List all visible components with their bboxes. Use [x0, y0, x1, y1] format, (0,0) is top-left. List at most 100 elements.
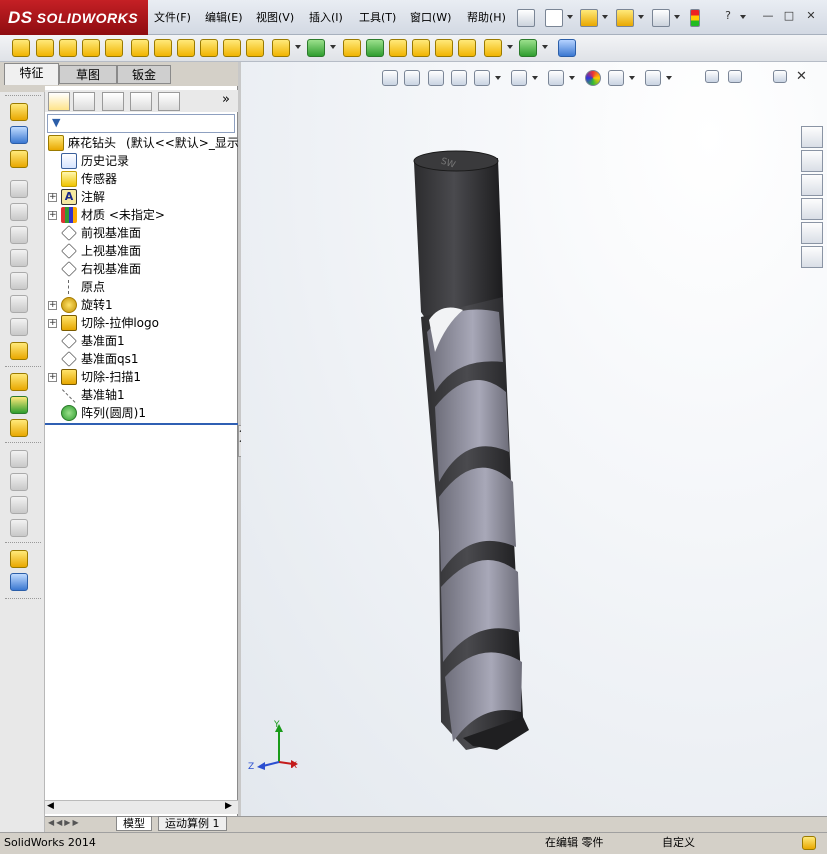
move-face-icon[interactable] — [10, 550, 28, 568]
boss-base-icon[interactable] — [10, 103, 28, 121]
chevron-down-icon[interactable] — [638, 15, 644, 19]
menu-view[interactable]: 视图(V) — [252, 8, 298, 28]
tree-item[interactable]: 阵列(圆周)1 — [48, 404, 146, 422]
menu-file[interactable]: 文件(F) — [150, 8, 195, 28]
lofted-boss-icon[interactable] — [82, 39, 100, 57]
shell-icon[interactable] — [389, 39, 407, 57]
gray-feature-icon[interactable] — [10, 318, 28, 336]
boundary-boss-icon[interactable] — [105, 39, 123, 57]
print-icon[interactable] — [652, 9, 670, 27]
extruded-cut-icon[interactable] — [131, 39, 149, 57]
property-manager-tab-icon[interactable] — [73, 92, 95, 111]
gray-feature-icon[interactable] — [10, 249, 28, 267]
menu-help[interactable]: 帮助(H) — [463, 8, 510, 28]
gray-feature-icon[interactable] — [10, 180, 28, 198]
rib-icon[interactable] — [343, 39, 361, 57]
tab-motion-study[interactable]: 运动算例 1 — [158, 816, 227, 831]
cone-feature-icon[interactable] — [10, 150, 28, 168]
expand-plus-icon[interactable]: + — [48, 318, 57, 328]
sweep-cut-icon[interactable] — [10, 396, 28, 414]
gray-feature-icon[interactable] — [10, 473, 28, 491]
gray-feature-icon[interactable] — [10, 226, 28, 244]
tree-item[interactable]: + 切除-拉伸logo — [48, 314, 159, 332]
help-button[interactable]: ? — [720, 9, 736, 24]
tree-item[interactable]: 原点 — [48, 278, 105, 296]
draft-icon[interactable] — [366, 39, 384, 57]
boundary-cut-icon[interactable] — [246, 39, 264, 57]
expand-plus-icon[interactable]: + — [48, 300, 57, 310]
tab-model[interactable]: 模型 — [116, 816, 152, 831]
wrap-icon[interactable] — [412, 39, 430, 57]
mirror-icon[interactable] — [458, 39, 476, 57]
solidworks-logo[interactable]: DS SOLIDWORKS — [0, 0, 148, 35]
gray-feature-icon[interactable] — [10, 295, 28, 313]
menu-window[interactable]: 窗口(W) — [406, 8, 455, 28]
tree-item[interactable]: 基准轴1 — [48, 386, 125, 404]
pin-icon[interactable] — [517, 9, 535, 27]
tree-item[interactable]: 右视基准面 — [48, 260, 141, 278]
tree-item[interactable]: 基准面qs1 — [48, 350, 139, 368]
reference-geometry-icon[interactable] — [484, 39, 502, 57]
menu-insert[interactable]: 插入(I) — [305, 8, 347, 28]
gray-feature-icon[interactable] — [10, 496, 28, 514]
gray-feature-icon[interactable] — [10, 450, 28, 468]
restore-button[interactable]: □ — [781, 9, 797, 24]
menu-edit[interactable]: 编辑(E) — [201, 8, 247, 28]
chevron-down-icon[interactable] — [740, 15, 746, 19]
swept-cut-icon[interactable] — [200, 39, 218, 57]
open-folder-icon[interactable] — [580, 9, 598, 27]
tree-item[interactable]: + 旋转1 — [48, 296, 113, 314]
expand-plus-icon[interactable]: + — [48, 210, 57, 220]
swept-boss-icon[interactable] — [59, 39, 77, 57]
feature-manager-tab-icon[interactable] — [48, 92, 70, 111]
fillet-icon[interactable] — [272, 39, 290, 57]
curves-icon[interactable] — [519, 39, 537, 57]
gray-feature-icon[interactable] — [10, 519, 28, 537]
scroll-right-icon[interactable]: ▶ — [225, 801, 232, 811]
expand-plus-icon[interactable]: + — [48, 372, 57, 382]
rebuild-warning-icon[interactable] — [616, 9, 634, 27]
tree-item[interactable]: 前视基准面 — [48, 224, 141, 242]
linear-pattern-icon[interactable] — [307, 39, 325, 57]
tab-sketch[interactable]: 草图 — [59, 65, 117, 84]
new-document-icon[interactable] — [545, 9, 563, 27]
cut-feature-icon[interactable] — [10, 126, 28, 144]
extruded-cut-icon[interactable] — [10, 373, 28, 391]
extruded-boss-icon[interactable] — [12, 39, 30, 57]
lofted-cut-icon[interactable] — [223, 39, 241, 57]
tab-sheet-metal[interactable]: 钣金 — [117, 65, 171, 84]
display-manager-tab-icon[interactable] — [158, 92, 180, 111]
chevron-down-icon[interactable] — [602, 15, 608, 19]
revolved-cut-icon[interactable] — [177, 39, 195, 57]
twist-drill-model[interactable]: SW Y X Z — [241, 62, 827, 816]
instant3d-icon[interactable] — [558, 39, 576, 57]
tree-part-root[interactable]: 麻花钻头 (默认<<默认>_显示状 — [48, 134, 251, 152]
menu-tools[interactable]: 工具(T) — [355, 8, 400, 28]
dome-feature-icon[interactable] — [10, 342, 28, 360]
expand-panel-chevron-icon[interactable]: » — [222, 92, 230, 107]
chevron-down-icon[interactable] — [674, 15, 680, 19]
tree-item[interactable]: 基准面1 — [48, 332, 125, 350]
chevron-down-icon[interactable] — [330, 45, 336, 49]
traffic-light-icon[interactable] — [690, 9, 700, 27]
configuration-manager-tab-icon[interactable] — [102, 92, 124, 111]
minimize-button[interactable]: — — [760, 9, 776, 24]
pattern-icon[interactable] — [10, 419, 28, 437]
dimxpert-tab-icon[interactable] — [130, 92, 152, 111]
tab-scroll-arrows-icon[interactable]: ◀◀▶▶ — [48, 818, 81, 827]
tree-item[interactable]: 传感器 — [48, 170, 117, 188]
tree-item[interactable]: + 切除-扫描1 — [48, 368, 141, 386]
gray-feature-icon[interactable] — [10, 272, 28, 290]
tree-item[interactable]: + 材质 <未指定> — [48, 206, 165, 224]
hole-wizard-icon[interactable] — [154, 39, 172, 57]
gray-feature-icon[interactable] — [10, 203, 28, 221]
chevron-down-icon[interactable] — [567, 15, 573, 19]
intersect-icon[interactable] — [435, 39, 453, 57]
tree-item[interactable]: + A 注解 — [48, 188, 105, 206]
scroll-left-icon[interactable]: ◀ — [47, 801, 54, 811]
chevron-down-icon[interactable] — [507, 45, 513, 49]
feature-tree-filter[interactable]: ▼ — [47, 114, 235, 133]
chevron-down-icon[interactable] — [295, 45, 301, 49]
close-button[interactable]: ✕ — [803, 9, 819, 24]
revolved-boss-icon[interactable] — [36, 39, 54, 57]
